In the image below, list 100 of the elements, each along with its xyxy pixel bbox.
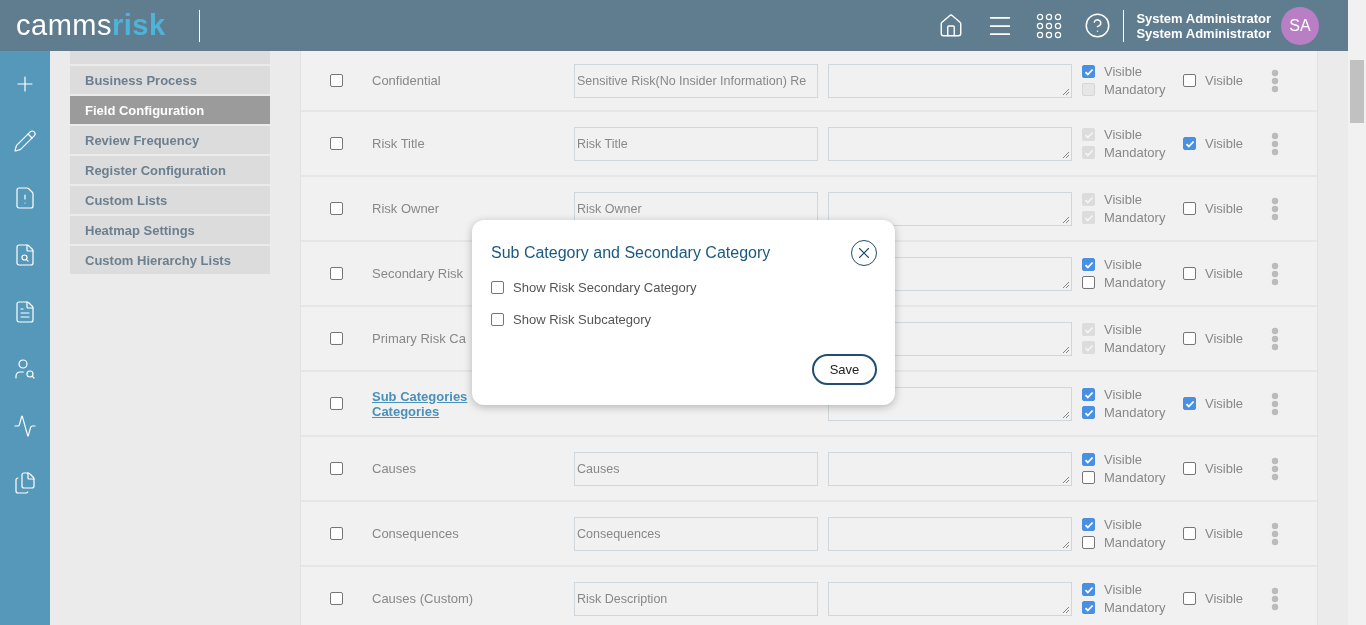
checkbox[interactable] bbox=[1183, 202, 1196, 215]
resize-grip-icon[interactable] bbox=[1061, 474, 1070, 484]
document-icon[interactable] bbox=[13, 299, 37, 325]
field-name: Primary Risk Ca bbox=[372, 331, 467, 346]
apps-grid-icon[interactable] bbox=[1036, 12, 1063, 39]
resize-grip-icon[interactable] bbox=[1061, 149, 1070, 159]
checkbox[interactable] bbox=[1183, 74, 1196, 87]
field-name: Confidential bbox=[372, 73, 442, 88]
save-button[interactable]: Save bbox=[812, 354, 877, 385]
resize-grip-icon[interactable] bbox=[1061, 409, 1070, 419]
checkbox[interactable] bbox=[1082, 518, 1095, 531]
resize-grip-icon[interactable] bbox=[1061, 344, 1070, 354]
checkbox-label: Mandatory bbox=[1104, 210, 1166, 225]
resize-grip-icon[interactable] bbox=[1061, 539, 1070, 549]
resize-grip-icon[interactable] bbox=[1061, 86, 1070, 96]
checkbox[interactable] bbox=[1082, 453, 1095, 466]
scrollbar-thumb[interactable] bbox=[1350, 60, 1364, 123]
note-field[interactable] bbox=[828, 516, 1072, 551]
checkbox[interactable] bbox=[1082, 601, 1095, 614]
more-icon[interactable] bbox=[1271, 586, 1279, 611]
checkbox-label: Mandatory bbox=[1104, 470, 1166, 485]
checkbox-label: Mandatory bbox=[1104, 82, 1166, 97]
checkbox-label: Show Risk Secondary Category bbox=[513, 280, 697, 295]
user-avatar[interactable]: SA bbox=[1281, 6, 1319, 45]
more-icon[interactable] bbox=[1271, 391, 1279, 416]
checkbox-label: Mandatory bbox=[1104, 600, 1166, 615]
pencil-icon[interactable] bbox=[13, 128, 37, 154]
checkbox[interactable] bbox=[1082, 276, 1095, 289]
checkbox[interactable] bbox=[491, 281, 504, 294]
submenu-item[interactable]: Field Configuration bbox=[70, 96, 270, 124]
row-checkbox[interactable] bbox=[330, 397, 343, 410]
checkbox[interactable] bbox=[1183, 332, 1196, 345]
checkbox[interactable] bbox=[1183, 462, 1196, 475]
checkbox-label: Visible bbox=[1104, 127, 1143, 142]
checkbox-label: Visible bbox=[1104, 322, 1143, 337]
submenu-item[interactable]: Register Configuration bbox=[70, 156, 270, 184]
row-checkbox[interactable] bbox=[330, 74, 343, 87]
row-checkbox[interactable] bbox=[330, 267, 343, 280]
submenu-item[interactable]: Custom Lists bbox=[70, 186, 270, 214]
label-field[interactable]: Risk Description bbox=[574, 581, 818, 616]
note-field[interactable] bbox=[828, 581, 1072, 616]
checkbox-label: Visible bbox=[1205, 526, 1244, 541]
checkbox[interactable] bbox=[1183, 267, 1196, 280]
submenu-item[interactable]: Heatmap Settings bbox=[70, 216, 270, 244]
note-field[interactable] bbox=[828, 63, 1072, 98]
checkbox[interactable] bbox=[1082, 388, 1095, 401]
checkbox-label: Mandatory bbox=[1104, 145, 1166, 160]
field-name: Causes bbox=[372, 461, 418, 476]
row-checkbox[interactable] bbox=[330, 332, 343, 345]
row-checkbox[interactable] bbox=[330, 592, 343, 605]
row-checkbox[interactable] bbox=[330, 202, 343, 215]
more-icon[interactable] bbox=[1271, 326, 1279, 351]
submenu-item[interactable]: Review Frequency bbox=[70, 126, 270, 154]
checkbox[interactable] bbox=[1082, 536, 1095, 549]
row-checkbox[interactable] bbox=[330, 527, 343, 540]
checkbox-label: Visible bbox=[1104, 582, 1143, 597]
checkbox-label: Visible bbox=[1104, 387, 1143, 402]
field-name: Risk Owner bbox=[372, 201, 441, 216]
more-icon[interactable] bbox=[1271, 521, 1279, 546]
submenu-item[interactable]: Business Process bbox=[70, 66, 270, 94]
scrollbar[interactable] bbox=[1348, 51, 1366, 625]
checkbox-label: Visible bbox=[1205, 136, 1244, 151]
checkbox[interactable] bbox=[1082, 583, 1095, 596]
documents-icon[interactable] bbox=[13, 470, 37, 496]
user-name: System Administrator bbox=[1136, 10, 1271, 26]
more-icon[interactable] bbox=[1271, 196, 1279, 221]
label-field[interactable]: Risk Title bbox=[574, 126, 818, 161]
resize-grip-icon[interactable] bbox=[1061, 214, 1070, 224]
checkbox[interactable] bbox=[1183, 137, 1196, 150]
row-checkbox[interactable] bbox=[330, 137, 343, 150]
label-field[interactable]: Causes bbox=[574, 451, 818, 486]
more-icon[interactable] bbox=[1271, 68, 1279, 93]
row-checkbox[interactable] bbox=[330, 462, 343, 475]
note-field[interactable] bbox=[828, 451, 1072, 486]
checkbox[interactable] bbox=[1082, 65, 1095, 78]
resize-grip-icon[interactable] bbox=[1061, 604, 1070, 614]
note-field[interactable] bbox=[828, 126, 1072, 161]
help-icon[interactable] bbox=[1084, 12, 1112, 39]
label-field[interactable]: Sensitive Risk(No Insider Information) Re bbox=[574, 63, 818, 98]
checkbox[interactable] bbox=[1082, 258, 1095, 271]
checkbox-label: Visible bbox=[1205, 461, 1244, 476]
checkbox[interactable] bbox=[1183, 527, 1196, 540]
document-search-icon[interactable] bbox=[13, 242, 37, 268]
checkbox-label: Visible bbox=[1104, 64, 1143, 79]
resize-grip-icon[interactable] bbox=[1061, 279, 1070, 289]
checkbox-label: Show Risk Subcategory bbox=[513, 312, 651, 327]
checkbox[interactable] bbox=[1082, 406, 1095, 419]
checkbox[interactable] bbox=[491, 313, 504, 326]
more-icon[interactable] bbox=[1271, 261, 1279, 286]
trend-icon[interactable] bbox=[13, 413, 37, 439]
submenu-item[interactable]: Custom Hierarchy Lists bbox=[70, 246, 270, 274]
document-warning-icon[interactable] bbox=[13, 185, 37, 211]
more-icon[interactable] bbox=[1271, 131, 1279, 156]
checkbox[interactable] bbox=[1183, 397, 1196, 410]
more-icon[interactable] bbox=[1271, 456, 1279, 481]
note-field[interactable] bbox=[828, 191, 1072, 226]
checkbox[interactable] bbox=[1183, 592, 1196, 605]
label-field[interactable]: Consequences bbox=[574, 516, 818, 551]
checkbox-label: Visible bbox=[1104, 257, 1143, 272]
checkbox[interactable] bbox=[1082, 471, 1095, 484]
